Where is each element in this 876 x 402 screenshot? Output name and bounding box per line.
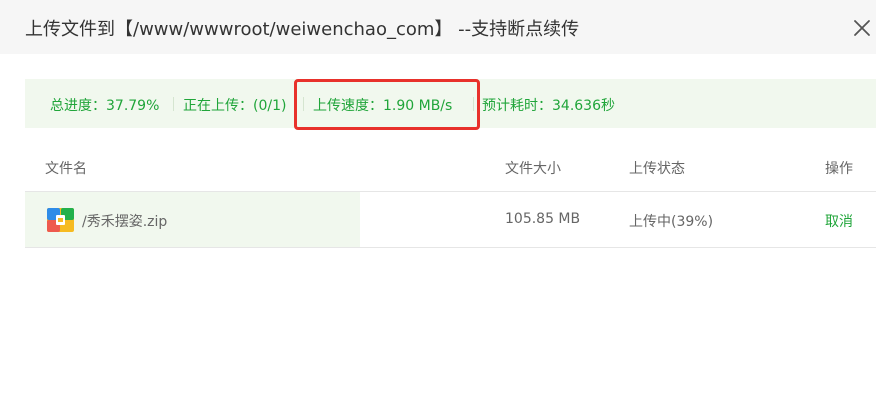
stats-divider bbox=[173, 97, 174, 111]
cancel-button[interactable]: 取消 bbox=[825, 211, 853, 231]
file-size: 105.85 MB bbox=[505, 211, 581, 227]
dialog-title: 上传文件到【/www/wwwroot/weiwenchao_com】 --支持断… bbox=[25, 19, 580, 40]
speed-highlight-box bbox=[294, 79, 480, 130]
upload-status: 上传中(39%) bbox=[629, 214, 714, 230]
total-progress-text: 总进度：37.79% bbox=[50, 98, 160, 114]
upload-dialog: 上传文件到【/www/wwwroot/weiwenchao_com】 --支持断… bbox=[0, 0, 876, 402]
header-action: 操作 bbox=[825, 161, 853, 177]
close-button[interactable] bbox=[848, 14, 876, 42]
file-name: /秀禾摆姿.zip bbox=[82, 214, 168, 230]
header-filename: 文件名 bbox=[45, 161, 87, 177]
zip-file-icon bbox=[47, 208, 74, 232]
table-row-divider bbox=[25, 247, 876, 248]
row-progress-fill bbox=[25, 192, 360, 247]
dialog-title-bar: 上传文件到【/www/wwwroot/weiwenchao_com】 --支持断… bbox=[0, 0, 876, 54]
estimated-time-text: 预计耗时：34.636秒 bbox=[482, 98, 615, 114]
close-icon bbox=[854, 20, 870, 36]
uploading-count-text: 正在上传：(0/1) bbox=[183, 98, 287, 114]
header-filesize: 文件大小 bbox=[505, 161, 561, 177]
header-status: 上传状态 bbox=[629, 161, 685, 177]
